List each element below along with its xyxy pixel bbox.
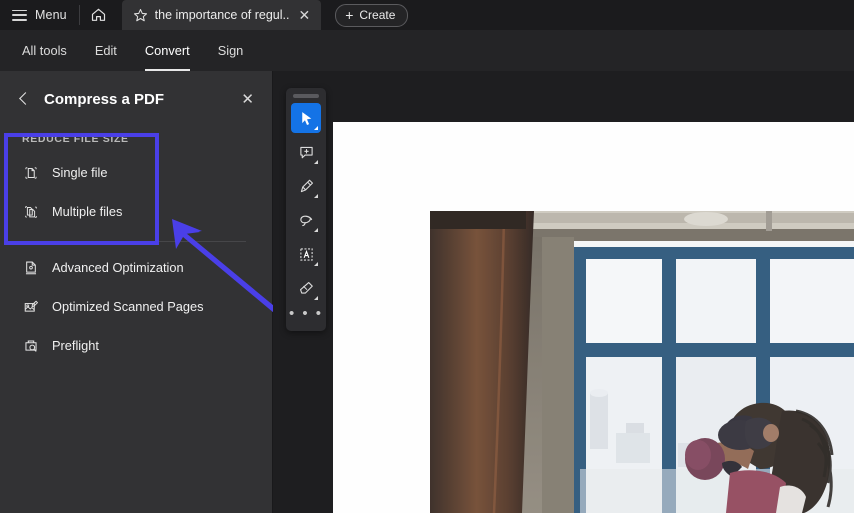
drag-handle-icon[interactable] (293, 94, 319, 98)
sidebar-item-label: Preflight (52, 338, 99, 353)
sidebar-item-label: Multiple files (52, 204, 123, 219)
group-label-reduce-file-size: REDUCE FILE SIZE (22, 133, 129, 145)
adobe-acrobat-window: Menu the importance of regul.. ✕ + Creat… (0, 0, 854, 513)
sidebar-item-label: Single file (52, 165, 108, 180)
more-tools-button[interactable]: • • • (286, 306, 326, 325)
sidebar-item-preflight[interactable]: Preflight (0, 326, 272, 365)
panel-title: Compress a PDF (44, 90, 165, 108)
panel-divider (20, 241, 246, 242)
document-tab[interactable]: the importance of regul.. ✕ (121, 0, 322, 30)
pdf-page (333, 122, 854, 513)
tab-convert[interactable]: Convert (131, 30, 204, 71)
title-bar: Menu the importance of regul.. ✕ + Creat… (0, 0, 854, 30)
sidebar-item-advanced-optimization[interactable]: Advanced Optimization (0, 248, 272, 287)
comment-tool-button[interactable] (291, 137, 321, 167)
chevron-corner-icon (314, 160, 318, 164)
chevron-corner-icon (314, 126, 318, 130)
boxing-photo (430, 211, 854, 513)
plus-icon: + (345, 7, 354, 23)
document-viewer: • • • (273, 71, 854, 513)
compress-pdf-panel: Compress a PDF ✕ REDUCE FILE SIZE Single… (0, 71, 273, 513)
tab-all-tools[interactable]: All tools (8, 30, 81, 71)
draw-tool-button[interactable] (291, 205, 321, 235)
sidebar-item-optimized-scanned-pages[interactable]: Optimized Scanned Pages (0, 287, 272, 326)
quick-tools-toolbar: • • • (286, 88, 326, 331)
document-tab-title: the importance of regul.. (154, 8, 290, 22)
chevron-corner-icon (314, 296, 318, 300)
cursor-arrow-icon (301, 111, 311, 125)
highlight-tool-button[interactable] (291, 171, 321, 201)
menu-button-label: Menu (35, 8, 67, 22)
preflight-icon (25, 339, 37, 352)
multiple-files-icon (25, 205, 37, 218)
panel-header: Compress a PDF ✕ (0, 71, 272, 127)
highlighter-icon (300, 179, 313, 192)
hamburger-icon (12, 9, 27, 21)
sidebar-item-label: Optimized Scanned Pages (52, 299, 204, 314)
create-button-label: Create (359, 8, 396, 22)
sidebar-item-single-file[interactable]: Single file (0, 153, 272, 192)
tab-edit[interactable]: Edit (81, 30, 131, 71)
chevron-left-icon[interactable] (16, 91, 32, 107)
menu-button[interactable]: Menu (0, 0, 77, 30)
tab-sign[interactable]: Sign (204, 30, 258, 71)
home-icon (92, 8, 106, 21)
close-icon[interactable]: ✕ (237, 88, 258, 110)
tool-menu-bar: All tools Edit Convert Sign (0, 30, 854, 72)
text-select-tool-button[interactable] (291, 239, 321, 269)
optimized-scanned-pages-icon (24, 300, 38, 312)
select-tool-button[interactable] (291, 103, 321, 133)
sidebar-item-label: Advanced Optimization (52, 260, 184, 275)
star-icon[interactable] (133, 8, 148, 23)
chevron-corner-icon (314, 262, 318, 266)
home-button[interactable] (82, 0, 116, 30)
text-box-icon (299, 247, 313, 261)
lasso-icon (299, 215, 312, 226)
create-button[interactable]: + Create (335, 3, 409, 27)
advanced-optimization-icon (25, 261, 37, 274)
sidebar-item-multiple-files[interactable]: Multiple files (0, 192, 272, 231)
chevron-corner-icon (314, 228, 318, 232)
page-photo (430, 211, 854, 513)
close-icon[interactable]: ✕ (296, 7, 312, 23)
eraser-icon (299, 281, 313, 294)
chevron-corner-icon (314, 194, 318, 198)
erase-tool-button[interactable] (291, 273, 321, 303)
single-file-icon (25, 166, 37, 179)
titlebar-divider (78, 5, 80, 25)
add-comment-icon (299, 146, 313, 158)
